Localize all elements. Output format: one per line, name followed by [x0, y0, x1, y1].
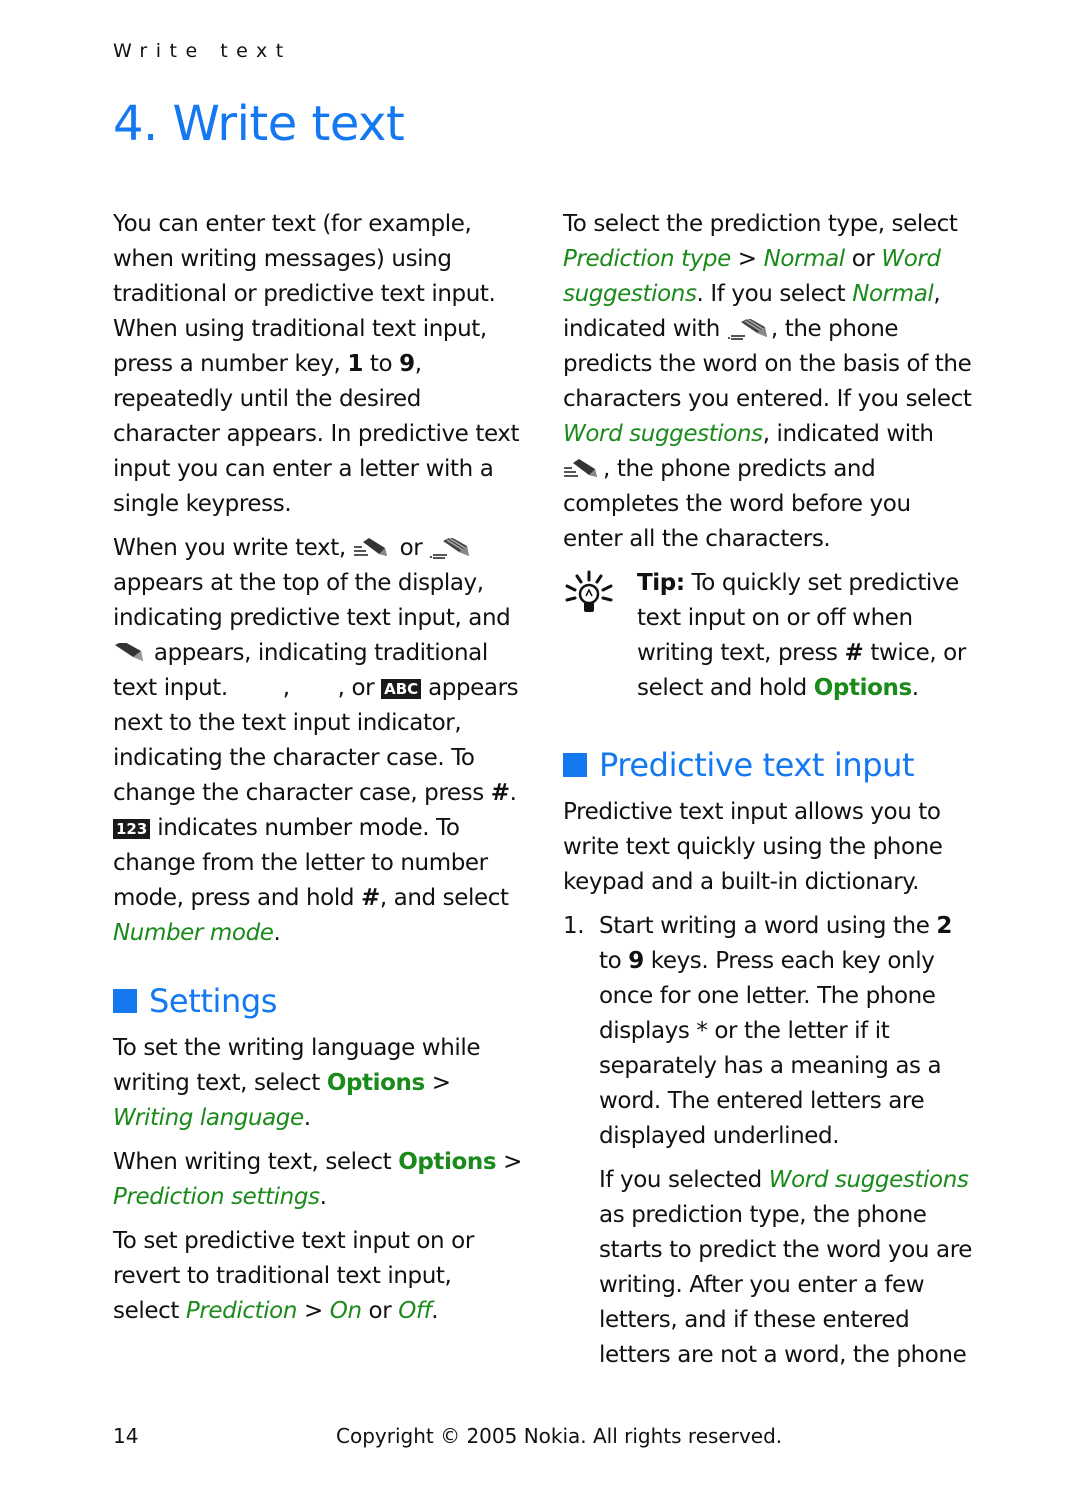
- predictive-text-input-heading: Predictive text input: [563, 745, 973, 785]
- word-suggestions-icon: [563, 458, 603, 481]
- list-item: 1. Start writing a word using the 2 to 9…: [563, 913, 972, 1368]
- steps-list: 1. Start writing a word using the 2 to 9…: [563, 909, 973, 1373]
- right-column: To select the prediction type, select Pr…: [563, 207, 973, 1382]
- prediction-toggle-paragraph: To set predictive text input on or rever…: [113, 1228, 474, 1324]
- prediction-settings-paragraph: When writing text, select Options > Pred…: [113, 1149, 522, 1210]
- number-mode-icon: 123: [113, 818, 151, 839]
- section-bullet-icon: [113, 989, 137, 1013]
- section-bullet-icon: [563, 753, 587, 777]
- uppercase-mode-icon: ABC: [381, 678, 422, 699]
- predictive-normal-icon: [727, 318, 771, 341]
- settings-heading: Settings: [113, 981, 523, 1021]
- left-column: You can enter text (for example, when wr…: [113, 207, 523, 1338]
- traditional-input-icon: [113, 642, 147, 665]
- tip-text: Tip: To quickly set predictive text inpu…: [637, 570, 966, 701]
- number-mode-link: Number mode: [113, 920, 274, 946]
- prediction-type-paragraph: To select the prediction type, select Pr…: [563, 211, 972, 552]
- indicator-paragraph: When you write text, or appears at the t…: [113, 535, 519, 946]
- writing-language-paragraph: To set the writing language while writin…: [113, 1035, 481, 1131]
- page-number: 14: [113, 1424, 139, 1448]
- predictive-normal-icon: [353, 537, 393, 560]
- lightbulb-icon: [563, 566, 623, 715]
- chapter-title: 4. Write text: [113, 96, 405, 152]
- predictive-intro-paragraph: Predictive text input allows you to writ…: [563, 799, 943, 895]
- copyright-notice: Copyright © 2005 Nokia. All rights reser…: [336, 1424, 783, 1448]
- tip-box: Tip: To quickly set predictive text inpu…: [563, 566, 973, 715]
- running-head: Write text: [113, 40, 292, 62]
- predictive-word-suggestions-icon: [429, 537, 473, 560]
- intro-paragraph: You can enter text (for example, when wr…: [113, 211, 520, 517]
